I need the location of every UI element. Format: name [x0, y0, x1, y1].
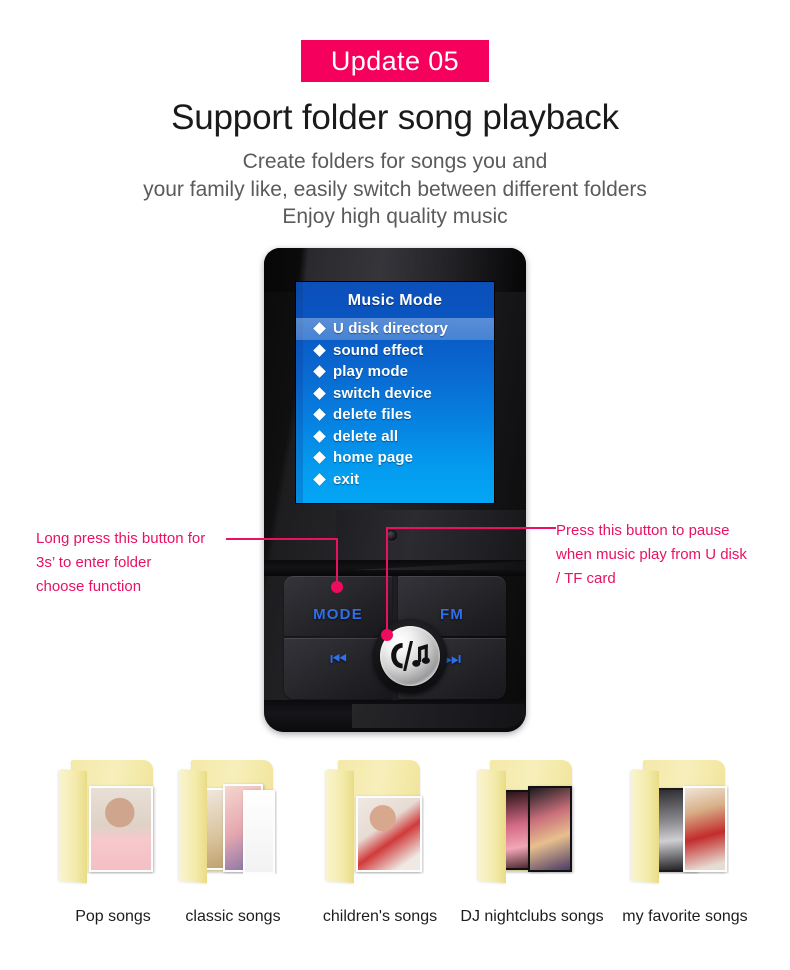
menu-item-label: delete files [333, 406, 412, 424]
callout-dot-center-button [381, 629, 393, 641]
folder-label: children's songs [322, 908, 438, 925]
diamond-bullet-icon [313, 472, 326, 486]
mp3-player-device: Music Mode U disk directory sound effect… [264, 248, 526, 734]
folder-item[interactable]: my favorite songs [610, 756, 760, 926]
menu-item-sound-effect[interactable]: sound effect [296, 340, 494, 362]
device-screen: Music Mode U disk directory sound effect… [296, 282, 494, 503]
subtitle-line-2: your family like, easily switch between … [143, 178, 647, 201]
previous-track-icon: ⏮ [329, 648, 347, 670]
album-cover [356, 796, 422, 872]
album-cover [89, 786, 153, 872]
folder-photos [655, 782, 729, 874]
annotation-left-line-1: Long press this button for [36, 530, 206, 547]
diamond-bullet-icon [313, 322, 326, 336]
annotation-right: Press this button to pause when music pl… [556, 519, 747, 591]
diamond-bullet-icon [313, 343, 326, 357]
microphone-hole-icon [386, 530, 397, 541]
menu-item-label: play mode [333, 363, 409, 381]
subtitle-line-3: Enjoy high quality music [282, 205, 508, 228]
leader-right-horizontal [386, 527, 556, 529]
update-badge: Update 05 [301, 40, 489, 82]
folder-gallery: Pop songs classic songs children's songs… [0, 756, 790, 936]
folder-front-flap-gloss [326, 768, 354, 884]
callout-dot-mode [331, 581, 343, 593]
fm-button-label: FM [439, 605, 465, 623]
diamond-bullet-icon [313, 386, 326, 400]
music-mode-menu: U disk directory sound effect play mode … [296, 318, 494, 490]
device-bottom-lip-highlight [352, 704, 524, 728]
folder-photos [83, 782, 157, 874]
annotation-left-line-3: choose function [36, 578, 142, 595]
folder-label: classic songs [185, 908, 281, 925]
folder-photos [350, 782, 424, 874]
folder-front-flap-gloss [179, 768, 207, 884]
album-cover [528, 786, 572, 872]
mode-button-label: MODE [313, 605, 363, 623]
annotation-left-line-2: 3s’ to enter folder [36, 554, 152, 571]
diamond-bullet-icon [313, 451, 326, 465]
diamond-bullet-icon [313, 408, 326, 422]
menu-item-label: U disk directory [333, 320, 448, 338]
folder-photos [502, 782, 576, 874]
update-badge-label: Update 05 [330, 45, 460, 76]
folder-item[interactable]: children's songs [305, 756, 455, 926]
folder-front-flap-gloss [631, 768, 659, 884]
folder-art-dj-nightclubs-songs [474, 756, 590, 886]
diamond-bullet-icon [313, 365, 326, 379]
folder-art-pop-songs [55, 756, 171, 886]
page-title: Support folder song playback [171, 98, 619, 137]
folder-item[interactable]: classic songs [158, 756, 308, 926]
device-mid-panel [336, 510, 526, 560]
phone-slash-music-note-icon [391, 641, 430, 671]
leader-left-horizontal [226, 538, 338, 540]
leader-right-vertical [386, 527, 388, 633]
menu-item-label: home page [333, 449, 414, 467]
menu-item-exit[interactable]: exit [296, 469, 494, 491]
folder-photos [203, 782, 277, 874]
menu-item-label: sound effect [333, 341, 424, 359]
annotation-left: Long press this button for 3s’ to enter … [36, 527, 205, 599]
leader-left-vertical [336, 538, 338, 586]
menu-item-u-disk-directory[interactable]: U disk directory [296, 318, 494, 340]
menu-item-label: exit [333, 470, 360, 488]
annotation-right-line-1: Press this button to pause [556, 522, 730, 539]
album-cover [683, 786, 727, 872]
menu-item-home-page[interactable]: home page [296, 447, 494, 469]
menu-item-delete-all[interactable]: delete all [296, 426, 494, 448]
annotation-right-line-3: / TF card [556, 570, 616, 587]
menu-item-label: switch device [333, 384, 432, 402]
album-cover [243, 790, 275, 874]
menu-item-switch-device[interactable]: switch device [296, 383, 494, 405]
device-keypad: MODE FM ⏮ ⏭ [284, 576, 506, 699]
diamond-bullet-icon [313, 429, 326, 443]
folder-item[interactable]: DJ nightclubs songs [457, 756, 607, 926]
folder-label: DJ nightclubs songs [460, 908, 604, 925]
folder-art-my-favorite-songs [627, 756, 743, 886]
folder-front-flap-gloss [59, 768, 87, 884]
subtitle-line-1: Create folders for songs you and [242, 150, 548, 173]
menu-item-delete-files[interactable]: delete files [296, 404, 494, 426]
folder-art-classic-songs [175, 756, 291, 886]
menu-item-play-mode[interactable]: play mode [296, 361, 494, 383]
folder-label: my favorite songs [622, 908, 748, 925]
screen-title: Music Mode [347, 292, 443, 309]
folder-front-flap-gloss [478, 768, 506, 884]
annotation-right-line-2: when music play from U disk [556, 546, 747, 563]
folder-art-childrens-songs [322, 756, 438, 886]
menu-item-label: delete all [333, 427, 399, 445]
